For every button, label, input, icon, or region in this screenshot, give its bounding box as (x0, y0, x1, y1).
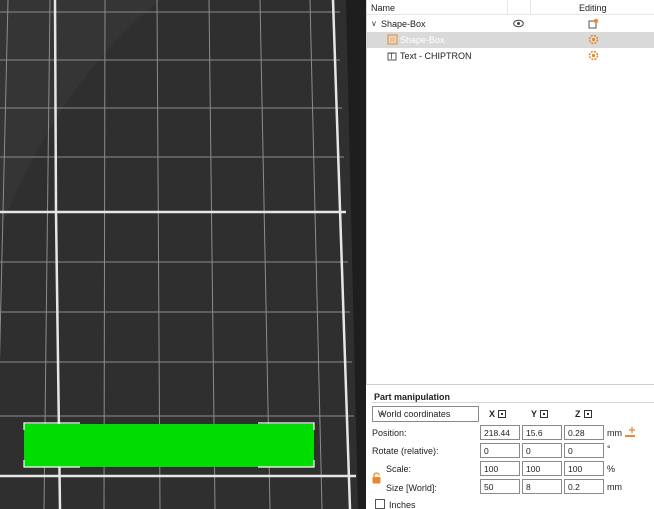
position-z-field[interactable]: 0.28 (564, 425, 604, 440)
position-label: Position: (372, 428, 407, 438)
size-x-field[interactable]: 50 (480, 479, 520, 494)
gear-icon[interactable] (588, 34, 599, 45)
part-manipulation-panel: Part manipulation World coordinates ⌄ X … (366, 386, 654, 509)
object-label: Shape-Box (400, 35, 445, 45)
scale-z-field[interactable]: 100 (564, 461, 604, 476)
position-unit: mm (607, 428, 622, 438)
object-list-header: Name Editing (367, 0, 654, 15)
shape-box-object[interactable] (24, 424, 314, 467)
panel-title: Part manipulation (374, 392, 451, 402)
object-label: Text - CHIPTRON (400, 51, 472, 61)
drop-to-bed-icon (540, 410, 549, 418)
gear-icon[interactable] (588, 50, 599, 61)
coordinate-system-select[interactable]: World coordinates ⌄ (372, 406, 479, 422)
axis-z-header[interactable]: Z (575, 409, 592, 419)
position-x-field[interactable]: 218.44 (480, 425, 520, 440)
column-editing[interactable]: Editing (579, 3, 607, 13)
axis-x-header[interactable]: X (489, 409, 507, 419)
edit-settings-icon[interactable] (588, 18, 599, 29)
3d-viewport[interactable] (0, 0, 366, 509)
axis-y-header[interactable]: Y (531, 409, 549, 419)
shape-part-icon (387, 34, 398, 45)
scale-y-field[interactable]: 100 (522, 461, 562, 476)
size-y-field[interactable]: 8 (522, 479, 562, 494)
rotate-x-field[interactable]: 0 (480, 443, 520, 458)
svg-text:T: T (389, 52, 394, 61)
rotate-unit: ° (607, 444, 611, 454)
eye-icon[interactable] (513, 19, 524, 28)
object-list[interactable]: Name Editing ∨ Shape-Box Shape-Box T Tex… (366, 0, 654, 385)
drop-to-bed-icon[interactable] (624, 426, 636, 438)
text-part-icon: T (387, 52, 397, 61)
lock-icon[interactable] (372, 472, 381, 484)
build-plate-grid (0, 0, 366, 509)
rotate-z-field[interactable]: 0 (564, 443, 604, 458)
inches-checkbox[interactable] (375, 499, 385, 509)
inches-label: Inches (389, 500, 416, 509)
chevron-down-icon: ⌄ (378, 407, 387, 418)
object-row-shape-box[interactable]: ∨ Shape-Box (367, 16, 654, 32)
rotate-label: Rotate (relative): (372, 446, 439, 456)
object-row-shape-box-part[interactable]: Shape-Box (367, 32, 654, 48)
size-z-field[interactable]: 0.2 (564, 479, 604, 494)
position-y-field[interactable]: 15.6 (522, 425, 562, 440)
size-unit: mm (607, 482, 622, 492)
column-name[interactable]: Name (371, 3, 395, 13)
object-row-text[interactable]: T Text - CHIPTRON (367, 48, 654, 64)
scale-label: Scale: (386, 464, 412, 474)
drop-to-bed-icon (583, 410, 592, 418)
chevron-down-icon[interactable]: ∨ (371, 19, 377, 28)
object-label: Shape-Box (381, 19, 426, 29)
sidebar-panel: Name Editing ∨ Shape-Box Shape-Box T Tex… (366, 0, 654, 509)
drop-to-bed-icon (498, 410, 507, 418)
scale-x-field[interactable]: 100 (480, 461, 520, 476)
rotate-y-field[interactable]: 0 (522, 443, 562, 458)
size-label: Size [World]: (386, 483, 437, 493)
scale-unit: % (607, 464, 616, 474)
